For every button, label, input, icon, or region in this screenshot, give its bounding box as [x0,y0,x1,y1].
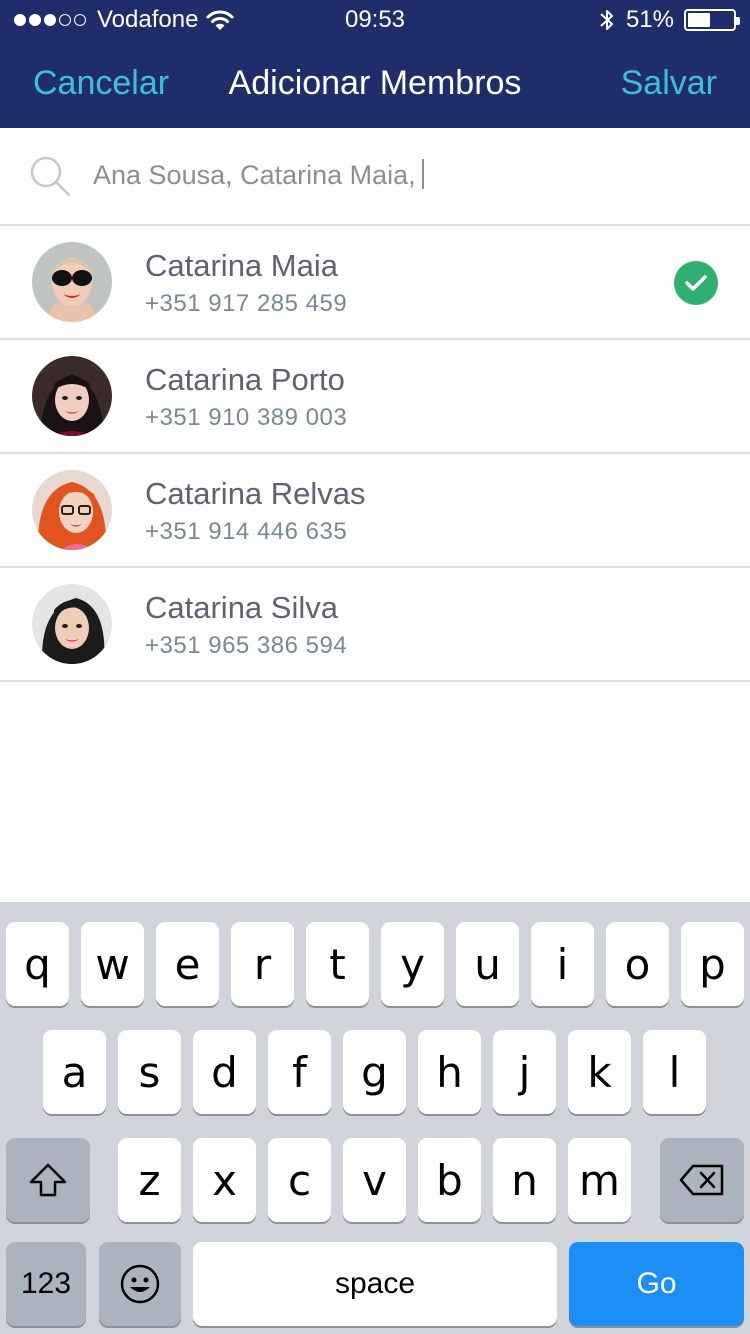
go-key[interactable]: Go [569,1242,744,1326]
keyboard: q w e r t y u i o p a s d f g h j k l z … [0,902,750,1334]
key-p[interactable]: p [681,922,744,1006]
text-cursor [421,159,424,189]
avatar [32,242,112,322]
key-x[interactable]: x [193,1138,256,1222]
key-q[interactable]: q [6,922,69,1006]
battery-icon [684,9,740,31]
search-input[interactable]: Ana Sousa, Catarina Maia, [93,159,424,191]
key-i[interactable]: i [531,922,594,1006]
key-l[interactable]: l [643,1030,706,1114]
nav-bar: Cancelar Adicionar Membros Salvar [0,40,750,128]
key-y[interactable]: y [381,922,444,1006]
avatar [32,584,112,664]
contact-list: Catarina Maia +351 917 285 459 Catarina … [0,226,750,682]
status-bar: Vodafone 09:53 51% [0,0,750,40]
key-z[interactable]: z [118,1138,181,1222]
contact-name: Catarina Porto [145,362,345,397]
avatar [32,470,112,550]
key-b[interactable]: b [418,1138,481,1222]
contact-phone: +351 910 389 003 [145,404,348,431]
contact-phone: +351 965 386 594 [145,632,348,659]
contact-phone: +351 914 446 635 [145,518,348,545]
key-v[interactable]: v [343,1138,406,1222]
contact-row-catarina-porto[interactable]: Catarina Porto +351 910 389 003 [0,340,750,454]
emoji-key[interactable] [99,1242,181,1326]
battery-percentage: 51% [625,6,674,33]
header: Vodafone 09:53 51% Cancelar Adicionar Me… [0,0,750,128]
contact-phone: +351 917 285 459 [145,290,348,317]
key-g[interactable]: g [343,1030,406,1114]
backspace-icon [679,1164,724,1196]
numbers-key[interactable]: 123 [6,1242,86,1326]
shift-key[interactable] [6,1138,90,1222]
contact-row-catarina-maia[interactable]: Catarina Maia +351 917 285 459 [0,226,750,340]
key-u[interactable]: u [456,922,519,1006]
key-k[interactable]: k [568,1030,631,1114]
key-a[interactable]: a [43,1030,106,1114]
contact-name: Catarina Maia [145,248,338,283]
search-icon [30,156,71,197]
key-m[interactable]: m [568,1138,631,1222]
key-c[interactable]: c [268,1138,331,1222]
key-t[interactable]: t [306,922,369,1006]
key-f[interactable]: f [268,1030,331,1114]
key-s[interactable]: s [118,1030,181,1114]
space-key[interactable]: space [193,1242,557,1326]
contact-name: Catarina Silva [145,590,338,625]
key-j[interactable]: j [493,1030,556,1114]
bluetooth-icon [600,10,613,30]
shift-icon [29,1163,67,1197]
emoji-icon [120,1264,160,1304]
contact-name: Catarina Relvas [145,476,366,511]
selected-check-icon [674,261,718,305]
search-bar[interactable]: Ana Sousa, Catarina Maia, [0,128,750,226]
key-h[interactable]: h [418,1030,481,1114]
contact-row-catarina-relvas[interactable]: Catarina Relvas +351 914 446 635 [0,454,750,568]
avatar [32,356,112,436]
search-tokens: Ana Sousa, Catarina Maia, [93,160,416,190]
key-d[interactable]: d [193,1030,256,1114]
key-r[interactable]: r [231,922,294,1006]
key-o[interactable]: o [606,922,669,1006]
key-w[interactable]: w [81,922,144,1006]
contact-row-catarina-silva[interactable]: Catarina Silva +351 965 386 594 [0,568,750,682]
save-button[interactable]: Salvar [621,64,717,103]
backspace-key[interactable] [660,1138,744,1222]
key-e[interactable]: e [156,922,219,1006]
key-n[interactable]: n [493,1138,556,1222]
